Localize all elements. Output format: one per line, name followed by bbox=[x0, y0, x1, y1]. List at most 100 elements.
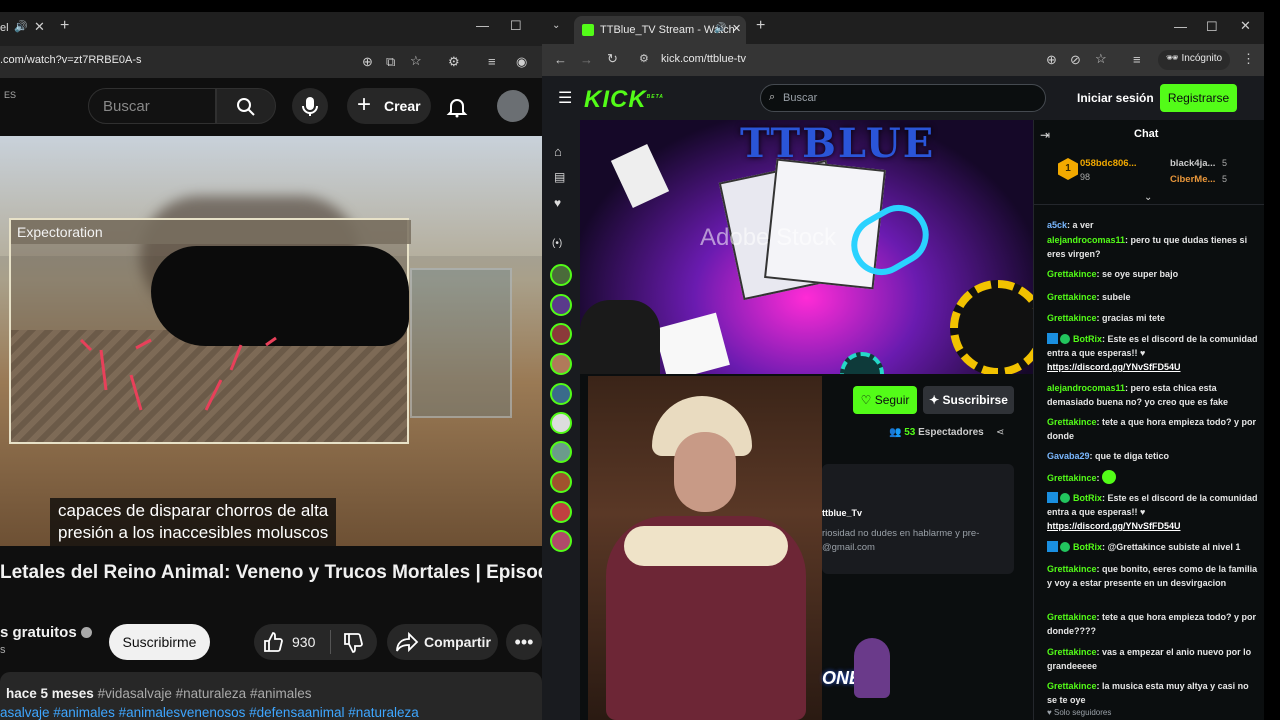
live-icon[interactable]: (•) bbox=[552, 238, 562, 249]
chat-link[interactable]: https://discord.gg/YNvSfFD54U bbox=[1047, 362, 1181, 372]
left-address-bar[interactable]: .com/watch?v=zt7RRBE0A-s ⊕ ⧉ ☆ ⚙ ≡ ◉ bbox=[0, 46, 542, 78]
close-tab-icon[interactable]: ✕ bbox=[34, 19, 45, 35]
leader-2-name[interactable]: black4ja... bbox=[1170, 158, 1215, 169]
close-window-icon[interactable]: ✕ bbox=[1240, 18, 1251, 34]
sidebar-channel-avatar[interactable] bbox=[550, 353, 572, 375]
create-button[interactable]: + Crear bbox=[347, 88, 431, 124]
cast-icon[interactable]: ⧉ bbox=[386, 54, 395, 70]
subscribe-kick-button[interactable]: ✦ Suscribirse bbox=[923, 386, 1014, 414]
youtube-search-input[interactable]: Buscar bbox=[88, 88, 216, 124]
tab-search-icon[interactable]: ⌄ bbox=[552, 20, 560, 31]
sidebar-channel-avatar[interactable] bbox=[550, 501, 572, 523]
chat-username[interactable]: Grettakince bbox=[1047, 647, 1097, 657]
chat-username[interactable]: Gavaba29 bbox=[1047, 451, 1090, 461]
region-code: ES bbox=[4, 90, 17, 100]
heart-icon[interactable]: ♥ bbox=[554, 196, 561, 210]
sidebar-channel-avatar[interactable] bbox=[550, 530, 572, 552]
youtube-search-button[interactable] bbox=[216, 88, 276, 124]
speaker-icon[interactable]: 🔊 bbox=[14, 20, 28, 33]
dislike-button[interactable] bbox=[342, 624, 364, 667]
kick-url[interactable]: kick.com/ttblue-tv bbox=[661, 53, 746, 65]
incognito-badge[interactable]: 🕶 Incógnito bbox=[1158, 50, 1231, 70]
media-icon[interactable]: ≡ bbox=[1133, 52, 1141, 67]
back-icon[interactable]: ← bbox=[554, 52, 567, 67]
chat-link[interactable]: https://discord.gg/YNvSfFD54U bbox=[1047, 521, 1181, 531]
chat-username[interactable]: BotRix bbox=[1073, 542, 1102, 552]
minimize-icon[interactable]: — bbox=[1174, 19, 1187, 34]
stream-video[interactable]: TTBLUE Adobe Stock bbox=[580, 120, 1033, 374]
chat-username[interactable]: Grettakince bbox=[1047, 417, 1097, 427]
chat-username[interactable]: Grettakince bbox=[1047, 269, 1097, 279]
channel-name[interactable]: s gratuitos bbox=[0, 624, 92, 641]
chat-username[interactable]: Grettakince bbox=[1047, 612, 1097, 622]
chat-username[interactable]: BotRix bbox=[1073, 493, 1102, 503]
login-button[interactable]: Iniciar sesión bbox=[1077, 91, 1154, 105]
chat-username[interactable]: Grettakince bbox=[1047, 681, 1097, 691]
browse-icon[interactable]: ▤ bbox=[554, 170, 565, 184]
zoom-icon[interactable]: ⊕ bbox=[362, 54, 373, 70]
sidebar-channel-avatar[interactable] bbox=[550, 264, 572, 286]
leader-3-name[interactable]: CiberMe... bbox=[1170, 174, 1215, 185]
sidebar-channel-avatar[interactable] bbox=[550, 441, 572, 463]
chat-username[interactable]: BotRix bbox=[1073, 334, 1102, 344]
home-icon[interactable]: ⌂ bbox=[554, 144, 562, 159]
kick-search-input[interactable]: ⌕ Buscar bbox=[760, 84, 1046, 112]
share-icon[interactable]: ⋖ bbox=[996, 427, 1004, 438]
site-info-icon[interactable]: ⚙ bbox=[639, 52, 649, 65]
more-actions-button[interactable]: ••• bbox=[506, 624, 542, 660]
expand-leaderboard-icon[interactable]: ⌄ bbox=[1144, 192, 1152, 203]
chat-username[interactable]: Grettakince bbox=[1047, 313, 1097, 323]
collapse-chat-icon[interactable]: ⇥ bbox=[1040, 128, 1050, 142]
chat-username[interactable]: Grettakince bbox=[1047, 292, 1097, 302]
new-tab-icon[interactable]: + bbox=[60, 17, 69, 35]
right-address-bar[interactable]: ← → ↻ ⚙ kick.com/ttblue-tv ⊕ ⊘ ☆ ≡ 🕶 Inc… bbox=[542, 44, 1264, 76]
left-url[interactable]: .com/watch?v=zt7RRBE0A-s bbox=[0, 54, 142, 66]
sidebar-channel-avatar[interactable] bbox=[550, 294, 572, 316]
minimize-icon[interactable]: — bbox=[476, 18, 489, 33]
speaker-icon[interactable]: 🔊 bbox=[714, 23, 726, 34]
star-icon[interactable]: ☆ bbox=[1095, 51, 1107, 67]
chat-username[interactable]: alejandrocomas11 bbox=[1047, 235, 1125, 245]
video-player[interactable]: Expectoration capaces de disparar chorro… bbox=[0, 136, 542, 546]
star-icon[interactable]: ☆ bbox=[410, 53, 422, 69]
share-button[interactable]: Compartir bbox=[387, 624, 498, 660]
description-tags-top[interactable]: #vidasalvaje #naturaleza #animales bbox=[98, 686, 312, 701]
leader-1-name[interactable]: 058bdc806... bbox=[1080, 158, 1137, 169]
extensions-icon[interactable]: ⚙ bbox=[448, 54, 460, 70]
subscribe-button[interactable]: Suscribirme bbox=[109, 624, 210, 660]
left-tab-title[interactable]: el bbox=[0, 22, 9, 34]
forward-icon[interactable]: → bbox=[580, 52, 593, 67]
kick-logo-text[interactable]: KICK bbox=[584, 86, 647, 113]
register-button[interactable]: Registrarse bbox=[1160, 84, 1237, 112]
description-tags[interactable]: asalvaje #animales #animalesvenenosos #d… bbox=[0, 705, 419, 720]
maximize-icon[interactable]: ☐ bbox=[510, 18, 522, 34]
new-tab-icon[interactable]: + bbox=[756, 17, 765, 35]
reload-icon[interactable]: ↻ bbox=[607, 51, 618, 67]
eye-off-icon[interactable]: ⊘ bbox=[1070, 52, 1081, 68]
menu-kebab-icon[interactable]: ⋮ bbox=[1242, 51, 1255, 67]
chat-username[interactable]: a5ck bbox=[1047, 220, 1067, 230]
chat-username[interactable]: Grettakince bbox=[1047, 473, 1097, 483]
voice-search-button[interactable] bbox=[292, 88, 328, 124]
avatar[interactable] bbox=[497, 90, 529, 122]
sidebar-channel-avatar[interactable] bbox=[550, 412, 572, 434]
menu-icon[interactable]: ☰ bbox=[558, 88, 572, 108]
zoom-icon[interactable]: ⊕ bbox=[1046, 52, 1057, 68]
maximize-icon[interactable]: ☐ bbox=[1206, 19, 1218, 35]
sidebar-channel-avatar[interactable] bbox=[550, 323, 572, 345]
notifications-button[interactable] bbox=[446, 96, 468, 118]
media-icon[interactable]: ≡ bbox=[488, 54, 496, 69]
sidebar-channel-avatar[interactable] bbox=[550, 383, 572, 405]
sidebar-channel-avatar[interactable] bbox=[550, 471, 572, 493]
kick-logo[interactable]: KICKBETA bbox=[584, 86, 664, 114]
like-button[interactable] bbox=[262, 624, 284, 666]
follow-button[interactable]: ♡ Seguir bbox=[853, 386, 917, 414]
kick-tab[interactable]: TTBlue_TV Stream - Watch 🔊 ✕ bbox=[574, 16, 746, 44]
close-tab-icon[interactable]: ✕ bbox=[732, 22, 741, 35]
channel-name-text[interactable]: s gratuitos bbox=[0, 624, 77, 641]
profile-icon[interactable]: ◉ bbox=[516, 54, 527, 70]
chat-username[interactable]: Grettakince bbox=[1047, 564, 1097, 574]
chat-username[interactable]: alejandrocomas11 bbox=[1047, 383, 1125, 393]
beta-tag: BETA bbox=[646, 94, 664, 100]
search-icon: ⌕ bbox=[769, 91, 776, 103]
